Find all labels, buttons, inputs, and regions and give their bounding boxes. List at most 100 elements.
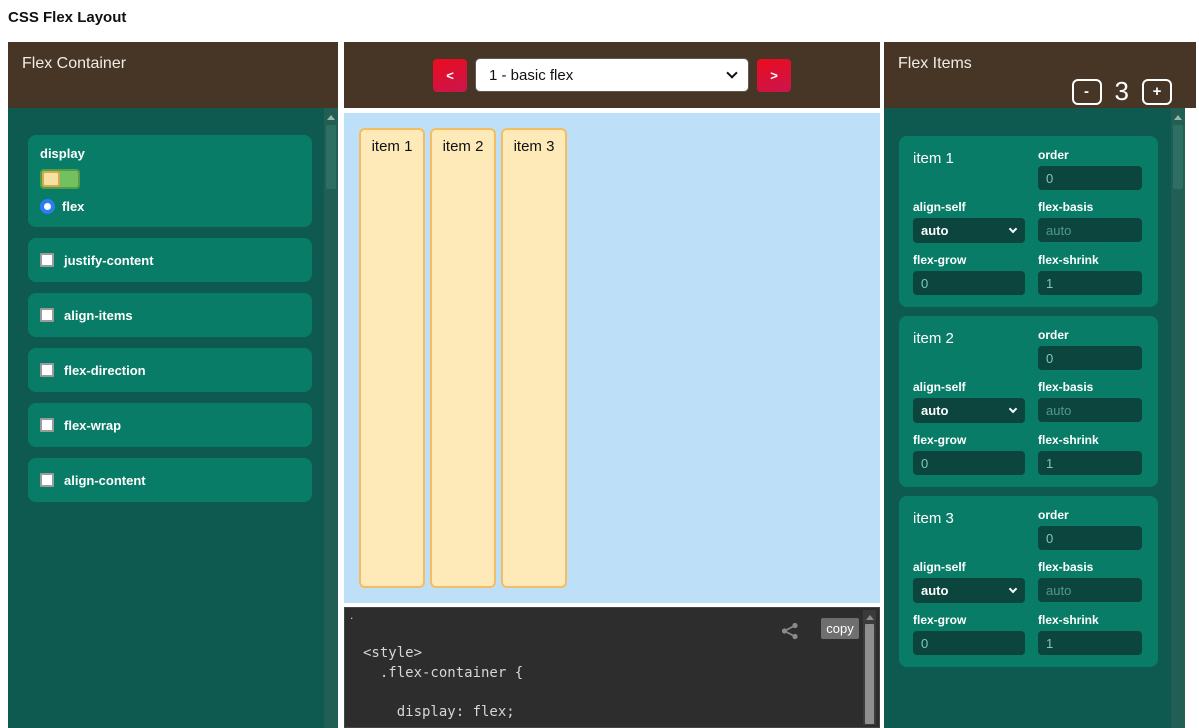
right-panel-scrollbar[interactable] [1171, 108, 1185, 728]
justify-content-card[interactable]: justify-content [28, 238, 312, 282]
item-3-order-input[interactable] [1038, 526, 1142, 550]
align-content-card[interactable]: align-content [28, 458, 312, 502]
next-example-button[interactable]: > [757, 59, 791, 92]
flex-items-panel: Flex Items - 3 + item 1 order align-self… [884, 42, 1196, 728]
flex-wrap-checkbox[interactable] [40, 418, 54, 432]
item-2-order-group: order [1038, 328, 1142, 370]
item-1-order-input[interactable] [1038, 166, 1142, 190]
example-nav-bar: < 1 - basic flex > [344, 42, 880, 108]
item-2-align-self-select[interactable]: auto [913, 398, 1025, 423]
example-select[interactable]: 1 - basic flex [475, 58, 749, 92]
align-content-checkbox[interactable] [40, 473, 54, 487]
flex-direction-checkbox[interactable] [40, 363, 54, 377]
flex-items-title: Flex Items [898, 55, 972, 72]
page-title: CSS Flex Layout [8, 9, 126, 26]
prev-example-button[interactable]: < [433, 59, 467, 92]
order-label: order [1038, 508, 1142, 522]
example-select-wrap: 1 - basic flex [475, 58, 749, 92]
item-3-flex-grow-input[interactable] [913, 631, 1025, 655]
item-count: 3 [1115, 76, 1129, 107]
align-self-label: align-self [913, 560, 1025, 574]
align-items-label: align-items [64, 308, 133, 323]
item-3-flex-grow-group: flex-grow [913, 613, 1025, 655]
share-icon[interactable] [781, 622, 799, 640]
flex-preview-stage: item 1 item 2 item 3 [344, 113, 880, 603]
add-item-button[interactable]: + [1142, 79, 1172, 105]
item-3-title: item 3 [913, 508, 1025, 550]
item-2-title: item 2 [913, 328, 1025, 370]
order-label: order [1038, 148, 1142, 162]
align-items-card[interactable]: align-items [28, 293, 312, 337]
item-3-align-self-group: align-self auto [913, 560, 1025, 603]
item-1-flex-shrink-input[interactable] [1038, 271, 1142, 295]
scroll-up-icon[interactable] [1174, 115, 1182, 120]
flex-container-header: Flex Container [8, 42, 338, 108]
item-1-align-self-select[interactable]: auto [913, 218, 1025, 243]
item-3-order-group: order [1038, 508, 1142, 550]
preview-column: < 1 - basic flex > item 1 item 2 item 3 … [344, 42, 880, 728]
code-bullet: . [350, 608, 353, 622]
code-scrollbar[interactable] [863, 610, 876, 725]
item-3-flex-basis-input[interactable] [1038, 578, 1142, 602]
item-2-order-input[interactable] [1038, 346, 1142, 370]
flex-basis-label: flex-basis [1038, 380, 1142, 394]
right-scroll-thumb[interactable] [1173, 125, 1183, 189]
copy-button[interactable]: copy [821, 618, 859, 639]
item-1-card: item 1 order align-self auto flex-basis [899, 136, 1158, 307]
left-panel-scrollbar[interactable] [324, 108, 338, 728]
flex-container-panel: Flex Container display flex justify-cont… [8, 42, 338, 728]
flex-grow-label: flex-grow [913, 433, 1025, 447]
item-1-flex-basis-input[interactable] [1038, 218, 1142, 242]
scroll-up-icon[interactable] [327, 115, 335, 120]
flex-direction-card[interactable]: flex-direction [28, 348, 312, 392]
stage-item-1: item 1 [359, 128, 425, 588]
item-3-flex-shrink-group: flex-shrink [1038, 613, 1142, 655]
align-items-checkbox[interactable] [40, 308, 54, 322]
item-1-order-group: order [1038, 148, 1142, 190]
display-label: display [40, 146, 300, 161]
flex-wrap-card[interactable]: flex-wrap [28, 403, 312, 447]
order-label: order [1038, 328, 1142, 342]
justify-content-checkbox[interactable] [40, 253, 54, 267]
justify-content-label: justify-content [64, 253, 154, 268]
item-2-card: item 2 order align-self auto flex-basis [899, 316, 1158, 487]
display-card: display flex [28, 135, 312, 227]
stage-item-3: item 3 [501, 128, 567, 588]
item-3-card: item 3 order align-self auto flex-basis [899, 496, 1158, 667]
item-1-flex-grow-group: flex-grow [913, 253, 1025, 295]
code-scroll-thumb[interactable] [865, 624, 874, 724]
left-scroll-thumb[interactable] [326, 125, 336, 189]
display-toggle[interactable] [40, 169, 80, 189]
flex-grow-label: flex-grow [913, 613, 1025, 627]
flex-basis-label: flex-basis [1038, 560, 1142, 574]
item-3-flex-shrink-input[interactable] [1038, 631, 1142, 655]
flex-wrap-label: flex-wrap [64, 418, 121, 433]
item-3-align-self-select[interactable]: auto [913, 578, 1025, 603]
flex-shrink-label: flex-shrink [1038, 613, 1142, 627]
scroll-up-icon[interactable] [866, 615, 874, 620]
item-1-flex-basis-group: flex-basis [1038, 200, 1142, 243]
item-2-align-self-group: align-self auto [913, 380, 1025, 423]
flex-direction-label: flex-direction [64, 363, 146, 378]
align-self-label: align-self [913, 200, 1025, 214]
item-2-flex-basis-input[interactable] [1038, 398, 1142, 422]
item-2-flex-shrink-input[interactable] [1038, 451, 1142, 475]
stage-item-2: item 2 [430, 128, 496, 588]
flex-radio[interactable] [40, 199, 55, 214]
remove-item-button[interactable]: - [1072, 79, 1102, 105]
display-flex-radio-row: flex [40, 199, 300, 214]
item-2-flex-grow-group: flex-grow [913, 433, 1025, 475]
flex-grow-label: flex-grow [913, 253, 1025, 267]
item-2-flex-shrink-group: flex-shrink [1038, 433, 1142, 475]
item-2-flex-basis-group: flex-basis [1038, 380, 1142, 423]
align-content-label: align-content [64, 473, 146, 488]
item-2-flex-grow-input[interactable] [913, 451, 1025, 475]
flex-items-body: item 1 order align-self auto flex-basis [884, 108, 1185, 728]
align-self-label: align-self [913, 380, 1025, 394]
item-3-flex-basis-group: flex-basis [1038, 560, 1142, 603]
flex-basis-label: flex-basis [1038, 200, 1142, 214]
flex-shrink-label: flex-shrink [1038, 433, 1142, 447]
flex-radio-label: flex [62, 199, 84, 214]
item-1-flex-grow-input[interactable] [913, 271, 1025, 295]
item-1-align-self-group: align-self auto [913, 200, 1025, 243]
